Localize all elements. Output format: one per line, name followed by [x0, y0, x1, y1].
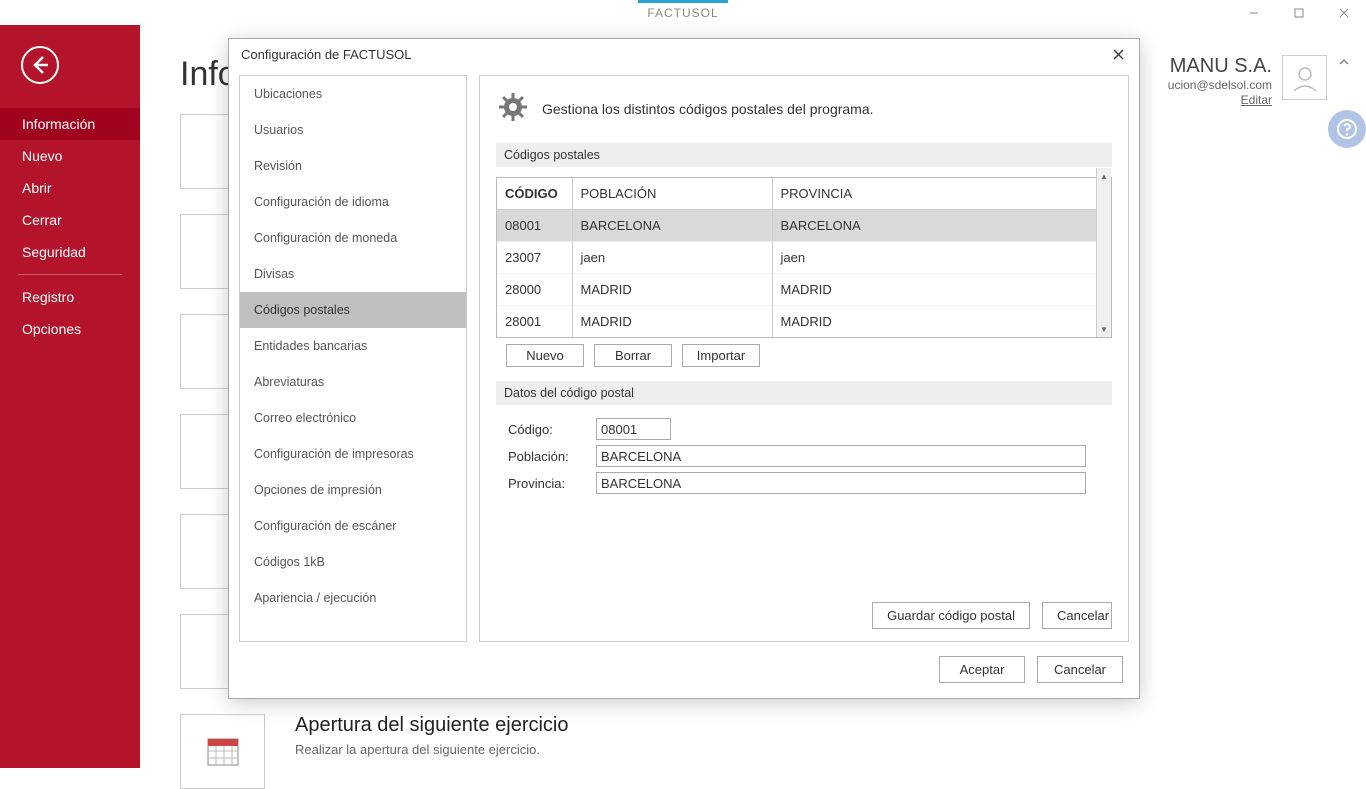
col-provincia[interactable]: PROVINCIA	[772, 178, 1111, 210]
config-nav-item[interactable]: Abreviaturas	[240, 364, 466, 400]
config-nav-item[interactable]: Códigos 1kB	[240, 544, 466, 580]
dialog-title: Configuración de FACTUSOL	[241, 47, 412, 62]
config-nav-item[interactable]: Configuración de impresoras	[240, 436, 466, 472]
config-nav-item[interactable]: Configuración de idioma	[240, 184, 466, 220]
config-nav-item[interactable]: Usuarios	[240, 112, 466, 148]
config-nav-item[interactable]: Revisión	[240, 148, 466, 184]
grid-section-label: Códigos postales	[496, 143, 1112, 167]
provincia-label: Provincia:	[508, 476, 588, 491]
config-nav-item[interactable]: Apariencia / ejecución	[240, 580, 466, 616]
cancelar-button[interactable]: Cancelar	[1037, 656, 1123, 683]
borrar-button[interactable]: Borrar	[594, 344, 672, 367]
col-poblacion[interactable]: POBLACIÓN	[572, 178, 772, 210]
table-row[interactable]: 28001MADRIDMADRID	[497, 306, 1111, 338]
content-header: Gestiona los distintos códigos postales …	[542, 101, 874, 117]
table-row[interactable]: 08001BARCELONABARCELONA	[497, 210, 1111, 242]
cancelar-inner-button[interactable]: Cancelar	[1042, 602, 1112, 629]
codigo-label: Código:	[508, 422, 588, 437]
guardar-button[interactable]: Guardar código postal	[872, 602, 1030, 629]
postal-codes-table: CÓDIGO POBLACIÓN PROVINCIA 08001BARCELON…	[497, 178, 1111, 337]
table-row[interactable]: 23007jaenjaen	[497, 242, 1111, 274]
codigo-input[interactable]	[596, 418, 671, 440]
config-nav-item[interactable]: Ubicaciones	[240, 76, 466, 112]
table-row[interactable]: 28000MADRIDMADRID	[497, 274, 1111, 306]
config-nav-item[interactable]: Configuración de moneda	[240, 220, 466, 256]
provincia-input[interactable]	[596, 472, 1086, 494]
poblacion-label: Población:	[508, 449, 588, 464]
scroll-down-icon[interactable]: ▼	[1097, 321, 1111, 337]
config-nav: UbicacionesUsuariosRevisiónConfiguración…	[239, 75, 467, 642]
config-nav-item[interactable]: Divisas	[240, 256, 466, 292]
poblacion-input[interactable]	[596, 445, 1086, 467]
col-codigo[interactable]: CÓDIGO	[497, 178, 572, 210]
config-dialog: Configuración de FACTUSOL UbicacionesUsu…	[228, 38, 1140, 699]
gear-icon	[498, 92, 528, 125]
scroll-up-icon[interactable]: ▲	[1097, 168, 1111, 184]
config-nav-item[interactable]: Configuración de escáner	[240, 508, 466, 544]
importar-button[interactable]: Importar	[682, 344, 760, 367]
config-nav-item[interactable]: Opciones de impresión	[240, 472, 466, 508]
config-nav-item[interactable]: Correo electrónico	[240, 400, 466, 436]
config-nav-item[interactable]: Entidades bancarias	[240, 328, 466, 364]
config-nav-item[interactable]: Códigos postales	[240, 292, 466, 328]
dialog-close-button[interactable]	[1103, 42, 1133, 66]
form-section-label: Datos del código postal	[496, 381, 1112, 405]
nuevo-button[interactable]: Nuevo	[506, 344, 584, 367]
aceptar-button[interactable]: Aceptar	[939, 656, 1025, 683]
table-scrollbar[interactable]: ▲ ▼	[1096, 168, 1111, 337]
